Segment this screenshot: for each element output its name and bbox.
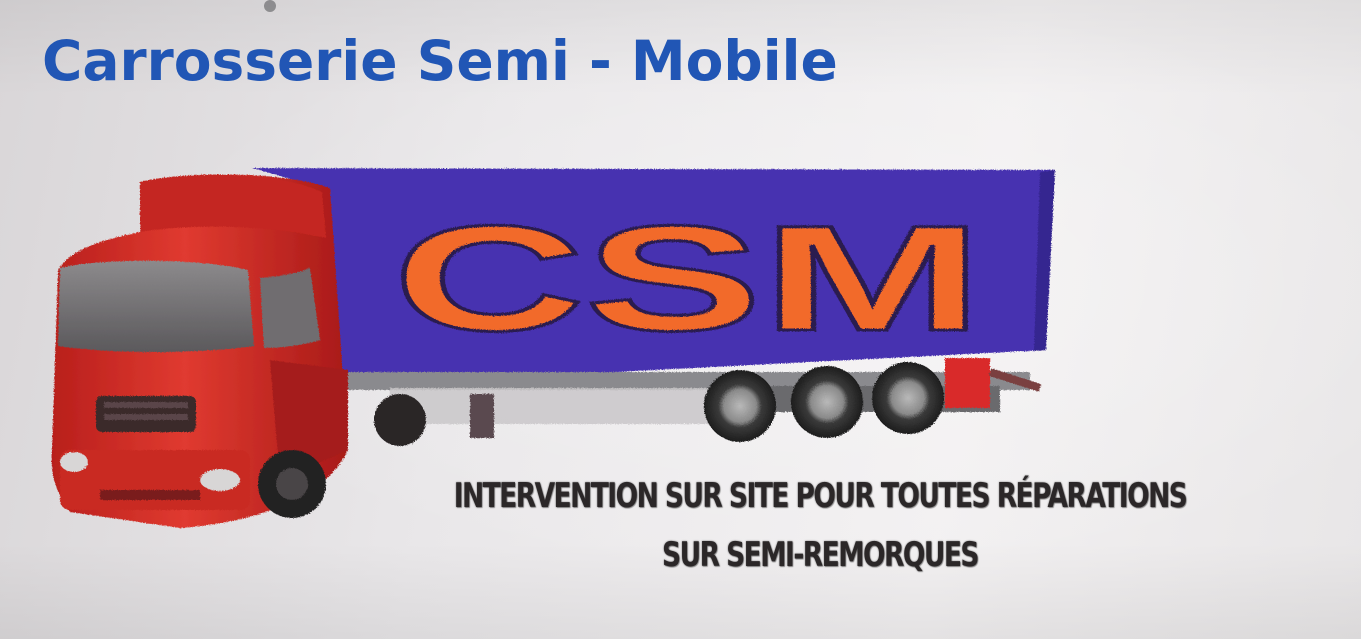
trailer-wheels [704,362,944,442]
rear-light [945,358,990,408]
company-heading: Carrosserie Semi - Mobile [42,29,838,93]
brand-lettering: CSM [393,194,983,362]
tagline-line-1: INTERVENTION SUR SITE POUR TOUTES RÉPARA… [453,476,1188,516]
tagline-line-2: SUR SEMI-REMORQUES [662,535,979,575]
paper-spot [264,0,276,12]
